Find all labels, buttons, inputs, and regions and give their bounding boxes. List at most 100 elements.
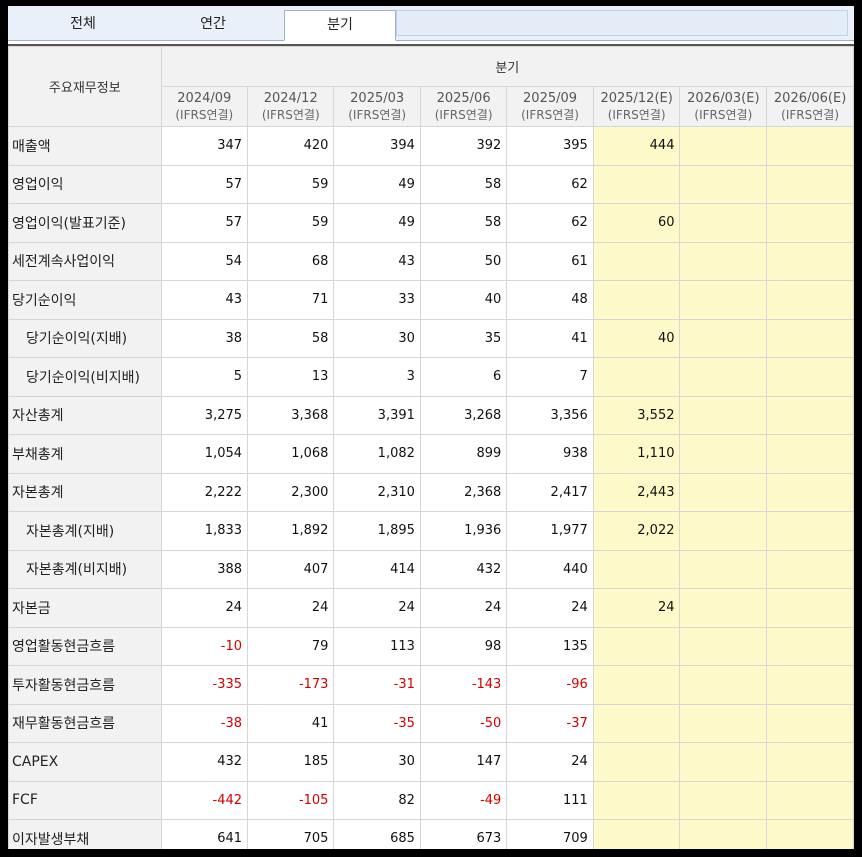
- value-cell: -10: [160, 626, 249, 666]
- table-row: 자본금 24 24 24 24 24 24: [8, 588, 854, 628]
- value-cell: 41: [506, 318, 594, 358]
- row-label[interactable]: 당기순이익(비지배): [8, 357, 162, 397]
- row-label[interactable]: 영업이익(발표기준): [8, 203, 162, 243]
- value-cell: 147: [419, 742, 508, 782]
- value-cell: [766, 780, 854, 820]
- value-cell: 1,936: [419, 511, 508, 551]
- value-cell: 432: [160, 742, 249, 782]
- column-basis: (IFRS연결): [175, 107, 234, 122]
- row-label[interactable]: 당기순이익: [8, 280, 162, 320]
- value-cell: 1,892: [247, 511, 335, 551]
- column-basis: (IFRS연결): [348, 107, 407, 122]
- table-body: 매출액 347 420 394 392 395 444 영업이익 57 59 49 58 62 영업이익(…: [8, 126, 854, 849]
- value-cell: 444: [592, 126, 681, 166]
- column-header: 2024/09 (IFRS연결): [160, 86, 249, 127]
- value-cell: -173: [247, 665, 335, 705]
- column-period: 2025/12(E): [600, 90, 673, 106]
- value-cell: -37: [506, 703, 594, 743]
- column-period: 2026/06(E): [773, 90, 847, 106]
- row-label[interactable]: 재무활동현금흐름: [8, 703, 162, 743]
- value-cell: 440: [506, 549, 594, 589]
- value-cell: [679, 280, 768, 320]
- value-cell: 3,391: [333, 395, 421, 435]
- row-label[interactable]: CAPEX: [8, 742, 162, 782]
- header-group-quarterly: 분기: [160, 46, 854, 87]
- value-cell: [679, 318, 768, 358]
- column-period: 2025/06: [436, 90, 491, 106]
- value-cell: [679, 549, 768, 589]
- value-cell: [679, 742, 768, 782]
- value-cell: 1,895: [333, 511, 421, 551]
- value-cell: [679, 588, 768, 628]
- column-period: 2025/03: [350, 90, 405, 106]
- value-cell: [679, 511, 768, 551]
- value-cell: [592, 780, 681, 820]
- value-cell: 3,275: [160, 395, 249, 435]
- row-label[interactable]: 자산총계: [8, 395, 162, 435]
- value-cell: -35: [333, 703, 421, 743]
- value-cell: 24: [592, 588, 681, 628]
- value-cell: 40: [592, 318, 681, 358]
- value-cell: [766, 280, 854, 320]
- column-header: 2026/03(E) (IFRS연결): [679, 86, 768, 127]
- table-row: 재무활동현금흐름 -38 41 -35 -50 -37: [8, 703, 854, 743]
- value-cell: [679, 819, 768, 849]
- value-cell: [766, 703, 854, 743]
- value-cell: [592, 742, 681, 782]
- row-label[interactable]: 자본총계(지배): [8, 511, 162, 551]
- value-cell: 1,068: [247, 434, 335, 474]
- value-cell: [592, 819, 681, 849]
- value-cell: 1,833: [160, 511, 249, 551]
- value-cell: 35: [419, 318, 508, 358]
- value-cell: 388: [160, 549, 249, 589]
- row-label[interactable]: 자본금: [8, 588, 162, 628]
- value-cell: 33: [333, 280, 421, 320]
- table-row: 매출액 347 420 394 392 395 444: [8, 126, 854, 166]
- tab-all[interactable]: 전체: [8, 10, 158, 40]
- value-cell: 57: [160, 203, 249, 243]
- value-cell: 5: [160, 357, 249, 397]
- value-cell: 709: [506, 819, 594, 849]
- column-header: 2026/06(E) (IFRS연결): [766, 86, 854, 127]
- value-cell: 1,110: [592, 434, 681, 474]
- value-cell: -105: [247, 780, 335, 820]
- value-cell: [766, 164, 854, 204]
- value-cell: 60: [592, 203, 681, 243]
- value-cell: 641: [160, 819, 249, 849]
- value-cell: 58: [419, 203, 508, 243]
- row-label[interactable]: 이자발생부채: [8, 819, 162, 849]
- row-label[interactable]: FCF: [8, 780, 162, 820]
- value-cell: 30: [333, 318, 421, 358]
- value-cell: 2,417: [506, 472, 594, 512]
- tab-annual[interactable]: 연간: [138, 10, 288, 40]
- table-row: 투자활동현금흐름 -335 -173 -31 -143 -96: [8, 665, 854, 705]
- row-label[interactable]: 영업이익: [8, 164, 162, 204]
- row-label[interactable]: 매출액: [8, 126, 162, 166]
- value-cell: 43: [160, 280, 249, 320]
- value-cell: 58: [247, 318, 335, 358]
- row-label[interactable]: 세전계속사업이익: [8, 241, 162, 281]
- row-label[interactable]: 영업활동현금흐름: [8, 626, 162, 666]
- row-label[interactable]: 자본총계: [8, 472, 162, 512]
- row-label[interactable]: 당기순이익(지배): [8, 318, 162, 358]
- value-cell: 414: [333, 549, 421, 589]
- column-header: 2024/12 (IFRS연결): [247, 86, 335, 127]
- row-label[interactable]: 부채총계: [8, 434, 162, 474]
- table-row: FCF -442 -105 82 -49 111: [8, 780, 854, 820]
- row-label[interactable]: 자본총계(비지배): [8, 549, 162, 589]
- column-header: 2025/09 (IFRS연결): [506, 86, 594, 127]
- value-cell: [679, 357, 768, 397]
- column-header: 2025/06 (IFRS연결): [419, 86, 508, 127]
- value-cell: -49: [419, 780, 508, 820]
- value-cell: 1,977: [506, 511, 594, 551]
- table-row: 이자발생부채 641 705 685 673 709: [8, 819, 854, 849]
- value-cell: [679, 126, 768, 166]
- value-cell: 7: [506, 357, 594, 397]
- tab-quarterly[interactable]: 분기: [284, 10, 396, 41]
- value-cell: 673: [419, 819, 508, 849]
- value-cell: [766, 434, 854, 474]
- value-cell: 185: [247, 742, 335, 782]
- row-label[interactable]: 투자활동현금흐름: [8, 665, 162, 705]
- value-cell: 38: [160, 318, 249, 358]
- financial-table: 주요재무정보 분기 2024/09 (IFRS연결) 2024/12 (IFRS연결)…: [8, 46, 854, 849]
